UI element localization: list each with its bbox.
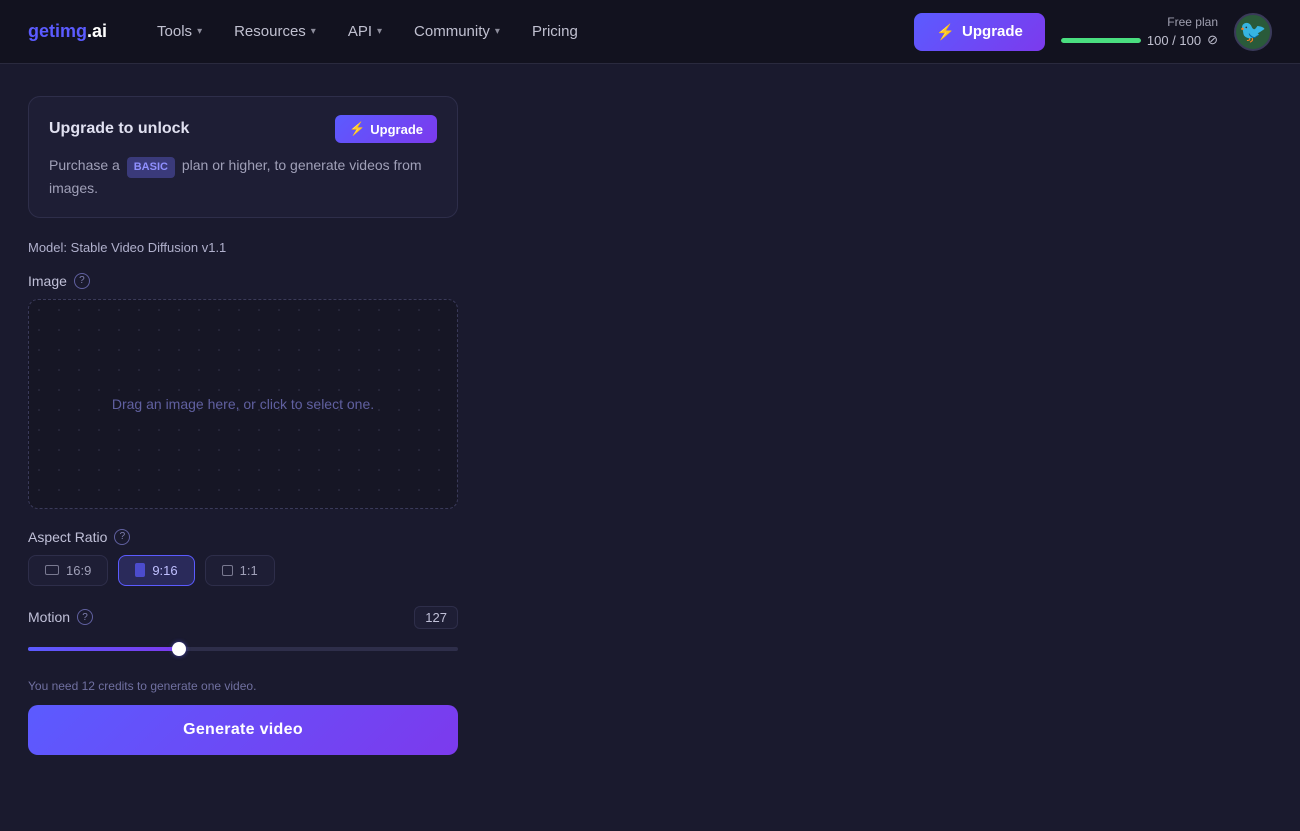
upgrade-banner-title: Upgrade to unlock bbox=[49, 120, 189, 138]
aspect-indicator-square bbox=[222, 565, 233, 576]
upgrade-small-btn-label: Upgrade bbox=[370, 122, 423, 137]
aspect-label-9-16: 9:16 bbox=[152, 563, 177, 578]
nav-item-pricing[interactable]: Pricing bbox=[518, 15, 592, 48]
image-section: Image ? Drag an image here, or click to … bbox=[28, 273, 458, 509]
aspect-btn-1-1[interactable]: 1:1 bbox=[205, 555, 275, 586]
logo[interactable]: getimg.ai bbox=[28, 21, 107, 42]
nav-api-label: API bbox=[348, 23, 372, 40]
image-dropzone[interactable]: Drag an image here, or click to select o… bbox=[28, 299, 458, 509]
chevron-down-icon: ▾ bbox=[495, 26, 500, 37]
upgrade-banner-header: Upgrade to unlock ⚡ Upgrade bbox=[49, 115, 437, 143]
nav-item-community[interactable]: Community ▾ bbox=[400, 15, 514, 48]
image-placeholder: Drag an image here, or click to select o… bbox=[112, 396, 374, 412]
nav-pricing-label: Pricing bbox=[532, 23, 578, 40]
basic-badge: BASIC bbox=[127, 157, 175, 178]
nav-item-resources[interactable]: Resources ▾ bbox=[220, 15, 330, 48]
motion-info-icon[interactable]: ? bbox=[77, 609, 93, 625]
main-content: Upgrade to unlock ⚡ Upgrade Purchase a B… bbox=[0, 64, 1300, 787]
nav-resources-label: Resources bbox=[234, 23, 306, 40]
aspect-indicator-wide bbox=[45, 565, 59, 575]
chevron-down-icon: ▾ bbox=[377, 26, 382, 37]
slider-track bbox=[28, 647, 458, 651]
model-value: Stable Video Diffusion v1.1 bbox=[71, 240, 227, 255]
nav-item-tools[interactable]: Tools ▾ bbox=[143, 15, 216, 48]
motion-slider[interactable] bbox=[28, 639, 458, 659]
nav-item-api[interactable]: API ▾ bbox=[334, 15, 396, 48]
slider-fill bbox=[28, 647, 179, 651]
nav-links: Tools ▾ Resources ▾ API ▾ Community ▾ Pr… bbox=[143, 15, 914, 48]
image-label: Image ? bbox=[28, 273, 458, 289]
navbar: getimg.ai Tools ▾ Resources ▾ API ▾ Comm… bbox=[0, 0, 1300, 64]
chevron-down-icon: ▾ bbox=[197, 26, 202, 37]
aspect-ratio-info-icon[interactable]: ? bbox=[114, 529, 130, 545]
upgrade-small-button[interactable]: ⚡ Upgrade bbox=[335, 115, 437, 143]
upgrade-banner-text: Purchase a BASIC plan or higher, to gene… bbox=[49, 155, 437, 199]
nav-community-label: Community bbox=[414, 23, 490, 40]
nav-tools-label: Tools bbox=[157, 23, 192, 40]
motion-header: Motion ? 127 bbox=[28, 606, 458, 629]
motion-section: Motion ? 127 bbox=[28, 606, 458, 659]
motion-value: 127 bbox=[414, 606, 458, 629]
nav-right: ⚡ Upgrade Free plan 100 / 100 ⊘ 🐦 bbox=[914, 13, 1272, 51]
aspect-btn-9-16[interactable]: 9:16 bbox=[118, 555, 194, 586]
plan-icon: ⊘ bbox=[1207, 32, 1218, 48]
generate-video-button[interactable]: Generate video bbox=[28, 705, 458, 755]
aspect-options: 16:9 9:16 1:1 bbox=[28, 555, 458, 586]
upgrade-button[interactable]: ⚡ Upgrade bbox=[914, 13, 1045, 51]
slider-thumb[interactable] bbox=[172, 642, 186, 656]
progress-bar bbox=[1061, 38, 1141, 43]
lightning-icon: ⚡ bbox=[349, 121, 365, 137]
plan-progress-row: 100 / 100 ⊘ bbox=[1061, 32, 1218, 48]
upgrade-btn-label: Upgrade bbox=[962, 23, 1023, 40]
plan-label: Free plan bbox=[1167, 15, 1218, 29]
aspect-label-16-9: 16:9 bbox=[66, 563, 91, 578]
credits-note: You need 12 credits to generate one vide… bbox=[28, 679, 458, 693]
aspect-ratio-section: Aspect Ratio ? 16:9 9:16 1:1 bbox=[28, 529, 458, 586]
aspect-indicator-tall bbox=[135, 563, 145, 577]
plan-progress-text: 100 / 100 bbox=[1147, 33, 1201, 48]
aspect-label-1-1: 1:1 bbox=[240, 563, 258, 578]
aspect-ratio-label: Aspect Ratio ? bbox=[28, 529, 458, 545]
lightning-icon: ⚡ bbox=[936, 23, 955, 41]
model-line: Model: Stable Video Diffusion v1.1 bbox=[28, 240, 458, 255]
upgrade-banner: Upgrade to unlock ⚡ Upgrade Purchase a B… bbox=[28, 96, 458, 218]
avatar-icon: 🐦 bbox=[1239, 19, 1266, 45]
progress-bar-fill bbox=[1061, 38, 1141, 43]
aspect-btn-16-9[interactable]: 16:9 bbox=[28, 555, 108, 586]
motion-label: Motion ? bbox=[28, 609, 93, 625]
image-info-icon[interactable]: ? bbox=[74, 273, 90, 289]
avatar[interactable]: 🐦 bbox=[1234, 13, 1272, 51]
chevron-down-icon: ▾ bbox=[311, 26, 316, 37]
plan-info: Free plan 100 / 100 ⊘ bbox=[1061, 15, 1218, 48]
left-panel: Upgrade to unlock ⚡ Upgrade Purchase a B… bbox=[28, 96, 458, 755]
